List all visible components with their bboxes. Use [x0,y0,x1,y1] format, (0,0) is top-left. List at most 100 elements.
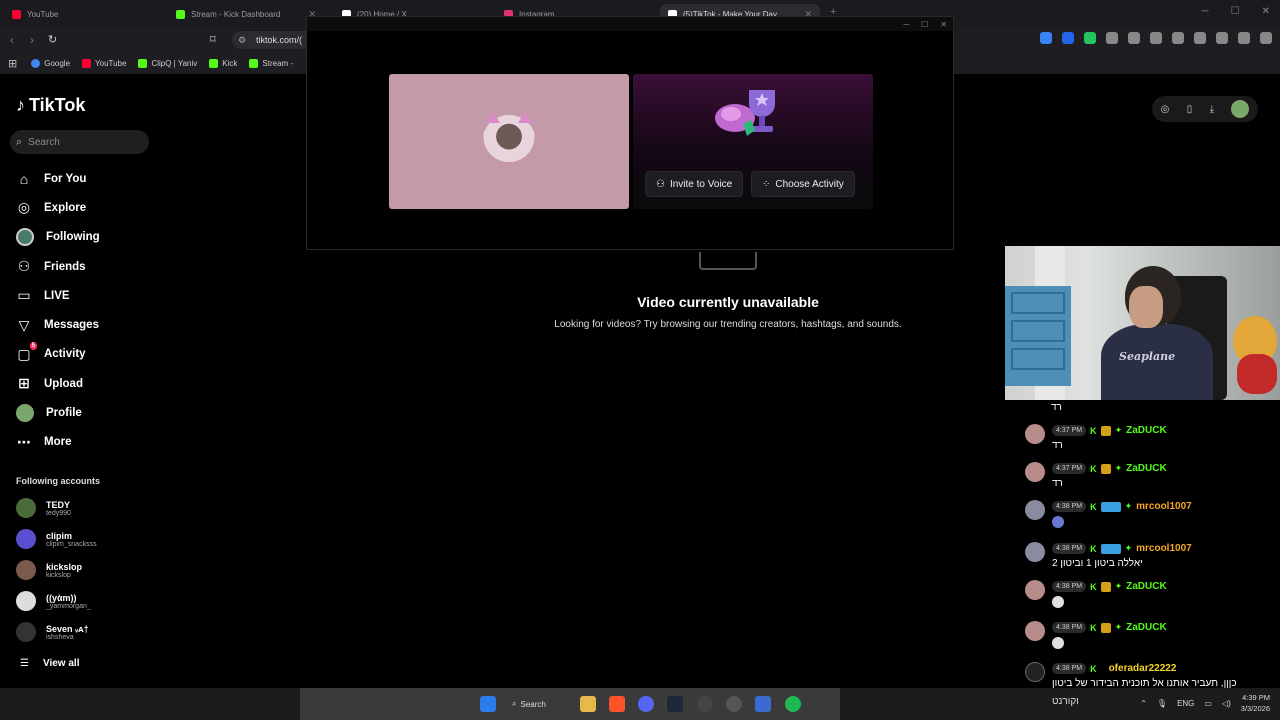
obs-icon[interactable] [726,696,742,712]
search-input[interactable]: ⌕ Search [10,130,149,154]
following-account[interactable]: ((yὰm)) _yammorgan_ [16,591,91,611]
translate-icon[interactable] [1062,32,1074,44]
account-name: clipim [46,530,73,541]
voice-user-tile[interactable] [389,74,629,209]
chat-username[interactable]: mrcool1007 [1136,543,1192,554]
tiktok-note-icon: ♪ [16,95,25,115]
volume-icon[interactable]: ◁) [1222,699,1231,708]
menu-item-for-you[interactable]: ⌂ For You [16,164,100,193]
language-indicator[interactable]: ENG [1177,699,1194,708]
invite-to-voice-button[interactable]: ⚇ Invite to Voice [645,171,744,197]
chevron-up-icon[interactable]: ⌃ [1140,699,1147,708]
more-icon: ⋯ [17,433,31,450]
menu-item-following[interactable]: Following [16,223,100,252]
download-icon[interactable]: ⤓ [1210,104,1214,115]
following-account[interactable]: clipim clipim_snacksss [16,529,97,549]
reload-icon[interactable]: ↻ [48,33,57,46]
apps-grid-icon[interactable]: ⊞ [8,57,17,70]
tab-kick-dashboard[interactable]: Stream - Kick Dashboard ✕ [168,4,324,24]
minimize-icon[interactable]: ─ [1202,6,1209,17]
forward-icon[interactable]: › [30,33,34,47]
activity-grid-icon: ⁘ [762,178,771,190]
tiktok-logo[interactable]: ♪ TikTok [16,95,85,116]
steam-icon[interactable] [667,696,683,712]
bookmark-youtube[interactable]: YouTube [82,58,126,68]
chat-username[interactable]: mrcool1007 [1136,501,1192,512]
menu-icon[interactable] [1260,32,1272,44]
chat-username[interactable]: oferadar22222 [1109,663,1177,674]
kick-icon [249,58,259,68]
back-icon[interactable]: ‹ [10,33,14,47]
teddy-bear-shirt [1237,354,1277,394]
menu-label: More [44,436,72,449]
close-window-icon[interactable]: ✕ [1262,6,1270,17]
menu-item-friends[interactable]: ⚇ Friends [16,252,100,281]
chat-message-text: רד [1051,402,1062,413]
sidebar-icon[interactable] [1172,32,1184,44]
file-explorer-icon[interactable] [580,696,596,712]
menu-item-live[interactable]: ▭ LIVE [16,281,100,310]
menu-label: Profile [46,407,82,420]
avatar[interactable] [1231,100,1250,118]
menu-item-explore[interactable]: ◎ Explore [16,193,100,222]
extension-icon[interactable] [1084,32,1096,44]
close-window-icon[interactable]: ✕ [940,20,947,29]
list-icon: ☰ [20,658,29,669]
ai-sparkle-icon[interactable] [1216,32,1228,44]
extension-icon[interactable] [1040,32,1052,44]
puzzle-icon[interactable] [1106,32,1118,44]
webcam-feed: Seaplane [1005,246,1280,400]
tab-youtube[interactable]: YouTube [4,4,154,24]
view-all-button[interactable]: ☰ View all [20,658,79,669]
kick-badge-icon: K [1090,501,1097,512]
account-handle: tedy990 [46,509,71,517]
screenshot-icon[interactable] [1128,32,1140,44]
add-person-icon: ⚇ [656,178,665,190]
site-info-icon[interactable]: ⚙ [238,35,246,46]
bookmark-stream[interactable]: Stream - [249,58,293,68]
wallet-icon[interactable] [1194,32,1206,44]
menu-item-upload[interactable]: ⊞ Upload [16,369,100,398]
phone-icon[interactable]: ▯ [1187,104,1193,115]
maximize-icon[interactable]: ☐ [1231,6,1240,17]
shield-icon[interactable] [1238,32,1250,44]
menu-item-messages[interactable]: ▽ Messages [16,310,100,339]
microphone-icon[interactable]: 🎙 [1157,699,1167,708]
address-bar[interactable]: ⚙ tiktok.com/( [232,31,312,49]
chat-username[interactable]: ZaDUCK [1126,463,1167,474]
app-icon[interactable] [697,696,713,712]
bookmark-icon[interactable]: ⌑ [210,33,216,46]
clipq-icon [138,58,148,68]
minimize-icon[interactable]: ─ [903,20,909,29]
chat-username[interactable]: ZaDUCK [1126,581,1167,592]
windows-start-icon[interactable] [480,696,496,712]
clock[interactable]: 4:39 PM 3/3/2026 [1241,692,1270,714]
brave-browser-icon[interactable] [609,696,625,712]
discord-icon[interactable] [638,696,654,712]
app-icon[interactable] [755,696,771,712]
maximize-icon[interactable]: ☐ [921,20,928,29]
avatar [16,591,36,611]
taskbar-search[interactable]: ⌕ Search [512,696,562,712]
following-account[interactable]: TEDY tedy990 [16,498,71,518]
choose-activity-button[interactable]: ⁘ Choose Activity [751,171,855,197]
chat-username[interactable]: ZaDUCK [1126,425,1167,436]
bookmark-clipq[interactable]: ClipQ | Yaniv [138,58,197,68]
following-account[interactable]: Seven ᵥᴀ† ishsheva [16,622,89,642]
bookmark-kick[interactable]: Kick [209,58,237,68]
menu-label: Upload [44,377,83,390]
timestamp: 4:38 PM [1052,543,1087,554]
chat-username[interactable]: ZaDUCK [1126,622,1167,633]
spotify-icon[interactable] [785,696,801,712]
menu-item-more[interactable]: ⋯ More [16,428,100,457]
bookmark-google[interactable]: Google [31,58,70,68]
sparkle-badge-icon: ✦ [1124,543,1133,553]
menu-item-activity[interactable]: ▢ 5 Activity [16,340,100,369]
music-icon[interactable] [1150,32,1162,44]
following-account[interactable]: kickslop kickslop [16,560,82,580]
account-handle: clipim_snacksss [46,540,97,548]
subscriber-badge-icon [1100,425,1111,436]
menu-item-profile[interactable]: Profile [16,398,100,427]
network-icon[interactable]: ▭ [1204,699,1212,708]
compass-icon[interactable]: ◎ [1161,104,1170,115]
